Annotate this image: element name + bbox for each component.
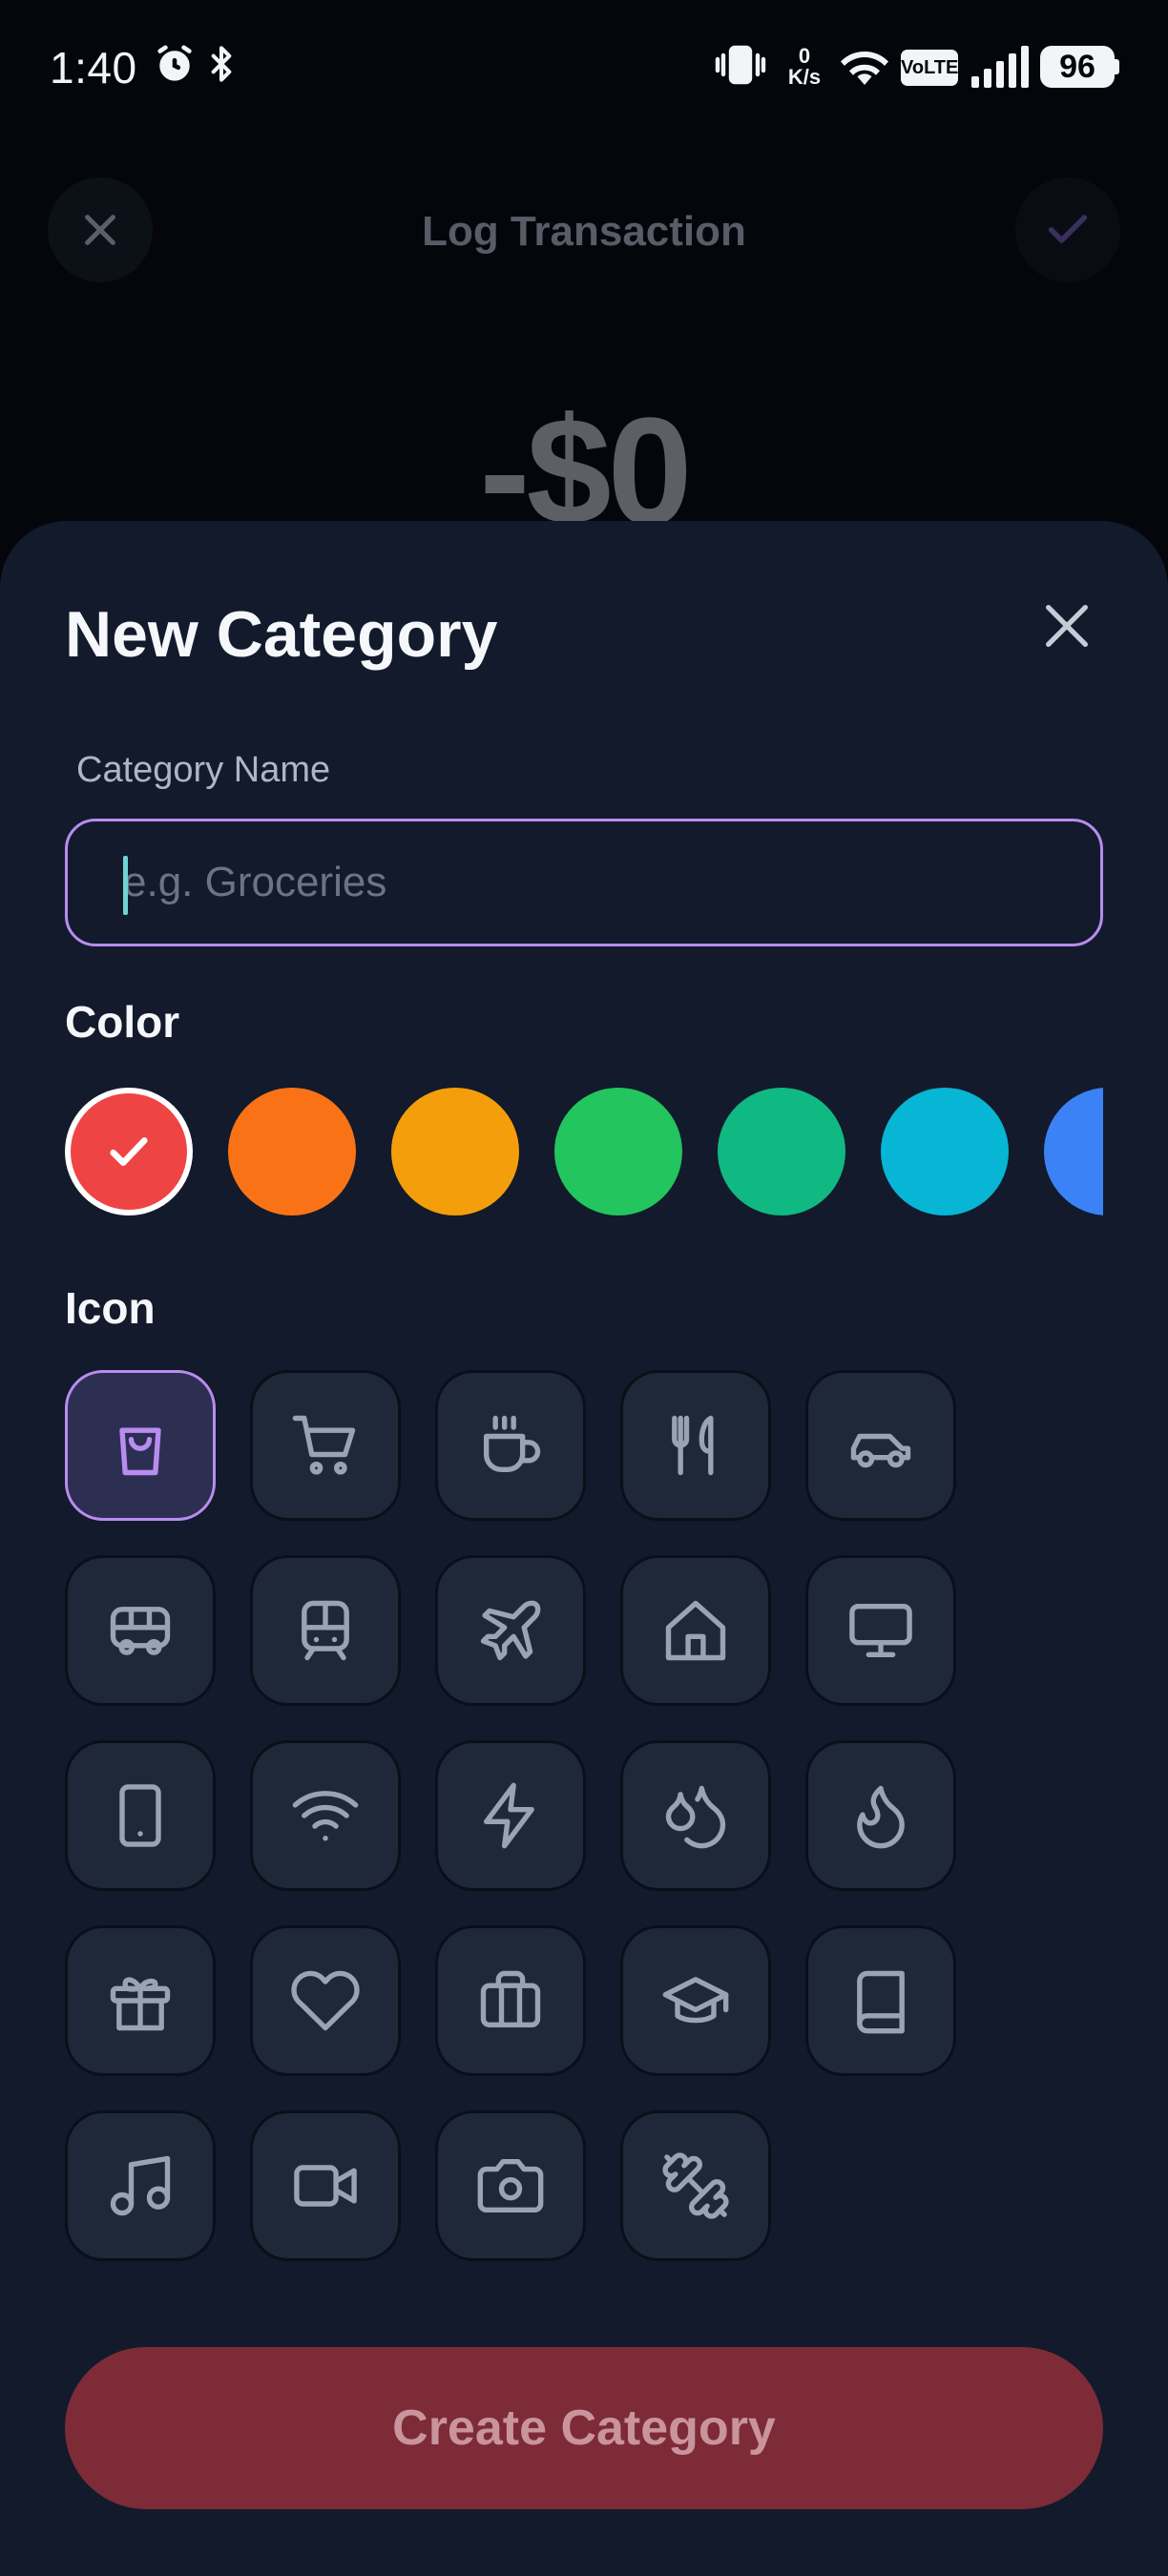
log-transaction-screen: Log Transaction -$0 xyxy=(0,134,1168,556)
category-name-input[interactable] xyxy=(68,821,1100,944)
background-title: Log Transaction xyxy=(422,208,746,255)
battery-tip xyxy=(1115,59,1119,74)
gift-icon xyxy=(110,1977,171,2031)
icon-option[interactable] xyxy=(805,1925,956,2076)
icon-option[interactable] xyxy=(435,2110,586,2261)
icon-option[interactable] xyxy=(435,1925,586,2076)
icon-option[interactable] xyxy=(620,2110,771,2261)
screen: 1:40 0 K/s VoLTE 96 Log Transaction -$0 … xyxy=(0,0,1168,2576)
network-speed: 0 K/s xyxy=(781,46,828,88)
check-icon xyxy=(1048,215,1088,243)
icon-option[interactable] xyxy=(805,1555,956,1706)
icon-option[interactable] xyxy=(250,1740,401,1891)
flame-icon xyxy=(857,1785,905,1849)
wifi-icon xyxy=(292,1791,359,1841)
icon-option[interactable] xyxy=(65,1740,216,1891)
droplets-icon xyxy=(665,1785,726,1849)
icon-option[interactable] xyxy=(65,1370,216,1521)
icon-option[interactable] xyxy=(620,1555,771,1706)
color-swatch[interactable] xyxy=(1044,1088,1103,1215)
book-icon xyxy=(857,1970,905,2034)
vibrate-icon xyxy=(714,42,767,93)
icon-option[interactable] xyxy=(805,1370,956,1521)
video-icon xyxy=(294,2165,357,2207)
color-swatch[interactable] xyxy=(881,1088,1009,1215)
icon-option[interactable] xyxy=(65,1555,216,1706)
color-swatch[interactable] xyxy=(391,1088,519,1215)
category-name-field[interactable] xyxy=(65,819,1103,946)
new-category-sheet: New Category Category Name Color Icon Cr… xyxy=(0,521,1168,2576)
icon-option[interactable] xyxy=(65,1925,216,2076)
color-swatch[interactable] xyxy=(228,1088,356,1215)
color-label: Color xyxy=(65,997,180,1047)
status-bar: 1:40 0 K/s VoLTE 96 xyxy=(0,0,1168,134)
color-swatch[interactable] xyxy=(65,1088,193,1215)
network-speed-value: 0 xyxy=(798,44,811,68)
shopping-cart-icon xyxy=(292,1415,356,1475)
create-category-button[interactable]: Create Category xyxy=(65,2347,1103,2509)
graduation-cap-icon xyxy=(662,1977,729,2024)
music-icon xyxy=(110,2155,171,2216)
heart-icon xyxy=(291,1970,360,2031)
category-name-label: Category Name xyxy=(76,750,331,790)
dumbbell-icon xyxy=(662,2152,729,2219)
sheet-close-button[interactable] xyxy=(1027,586,1107,666)
icon-option[interactable] xyxy=(250,1370,401,1521)
status-time: 1:40 xyxy=(50,43,137,93)
icon-label: Icon xyxy=(65,1283,156,1333)
icon-option[interactable] xyxy=(250,1925,401,2076)
icon-option[interactable] xyxy=(805,1740,956,1891)
monitor-icon xyxy=(849,1603,912,1658)
check-icon xyxy=(110,1137,148,1166)
volte-badge: VoLTE xyxy=(901,50,958,86)
background-confirm-button[interactable] xyxy=(1015,177,1120,282)
plane-icon xyxy=(480,1600,541,1661)
network-speed-unit: K/s xyxy=(787,65,822,89)
battery-level: 96 xyxy=(1040,46,1115,88)
utensils-icon xyxy=(672,1415,714,1476)
icon-option[interactable] xyxy=(435,1740,586,1891)
zap-icon xyxy=(483,1782,534,1849)
alarm-icon xyxy=(153,42,197,91)
icon-option[interactable] xyxy=(435,1555,586,1706)
home-icon xyxy=(665,1600,726,1661)
signal-icon xyxy=(970,46,1029,93)
wifi-status-icon xyxy=(836,44,893,93)
smartphone-icon xyxy=(119,1784,161,1847)
icon-option[interactable] xyxy=(250,2110,401,2261)
color-picker xyxy=(65,1084,1103,1217)
close-icon xyxy=(1046,605,1088,647)
coffee-icon xyxy=(483,1415,541,1473)
icon-option[interactable] xyxy=(65,2110,216,2261)
text-caret xyxy=(123,856,128,915)
train-icon xyxy=(302,1600,349,1661)
car-icon xyxy=(850,1433,911,1468)
icon-option[interactable] xyxy=(620,1740,771,1891)
color-swatch[interactable] xyxy=(554,1088,682,1215)
briefcase-icon xyxy=(480,1970,541,2028)
icon-option[interactable] xyxy=(435,1370,586,1521)
bluetooth-icon xyxy=(202,42,240,91)
color-swatch[interactable] xyxy=(718,1088,845,1215)
sheet-title: New Category xyxy=(65,598,498,671)
camera-icon xyxy=(477,2158,544,2213)
bus-icon xyxy=(110,1607,171,1655)
icon-option[interactable] xyxy=(620,1370,771,1521)
icon-option[interactable] xyxy=(620,1925,771,2076)
icon-option[interactable] xyxy=(250,1555,401,1706)
shopping-bag-icon xyxy=(119,1427,161,1476)
